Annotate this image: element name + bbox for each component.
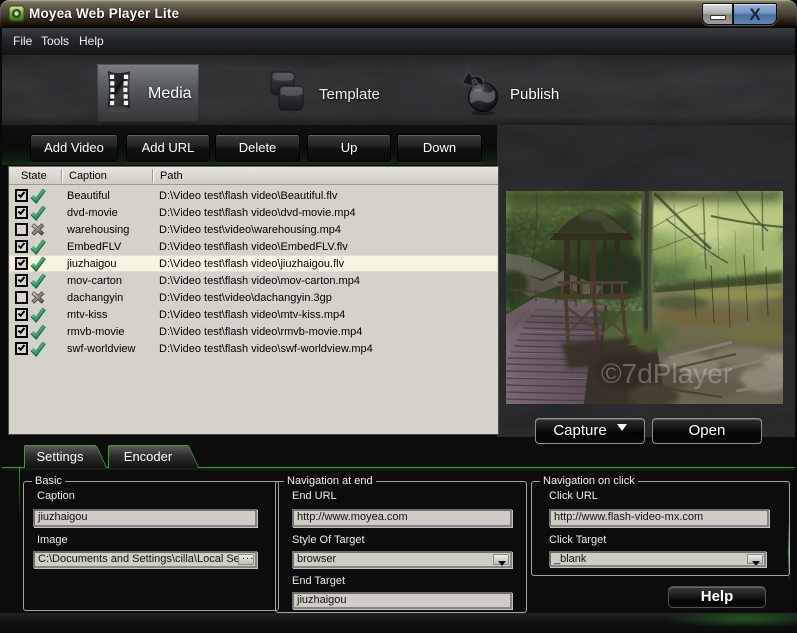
svg-text:©7dPlayer: ©7dPlayer	[601, 358, 732, 389]
